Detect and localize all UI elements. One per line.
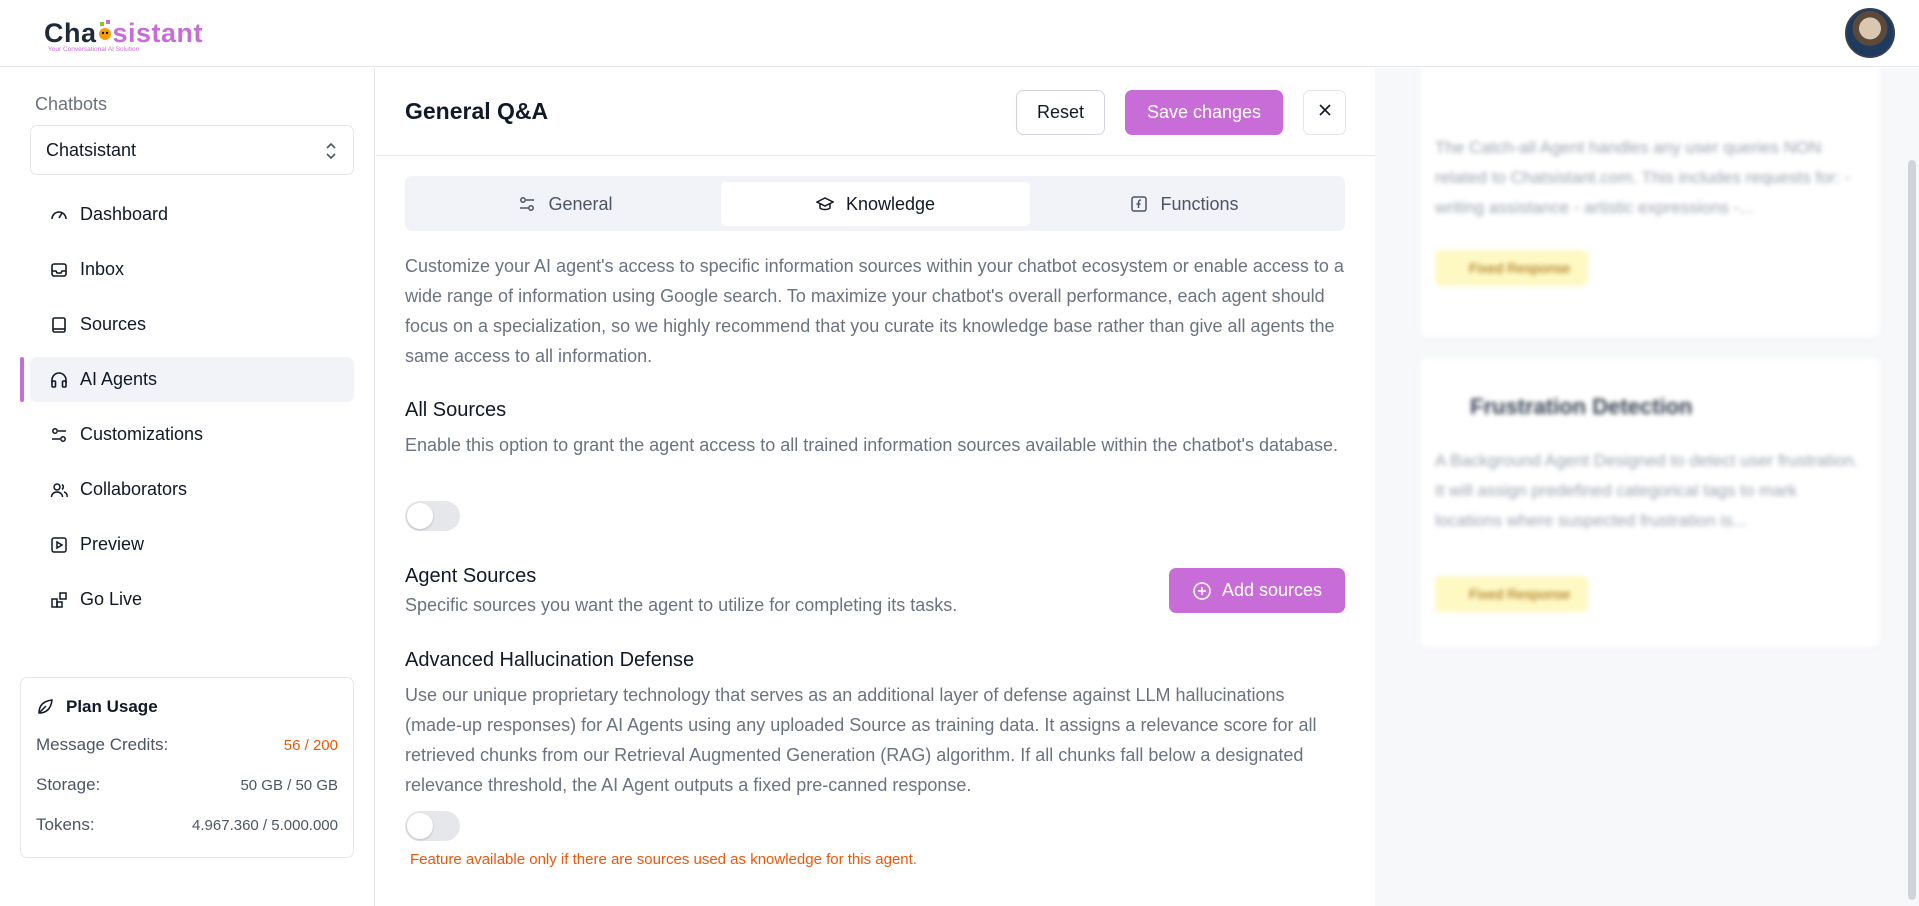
chatbot-select[interactable]: Chatsistant <box>30 125 354 175</box>
tab-label: Functions <box>1160 193 1239 214</box>
tab-knowledge[interactable]: Knowledge <box>721 182 1030 226</box>
plan-row-label: Tokens: <box>36 815 95 834</box>
sidebar-item-label: Dashboard <box>80 204 169 224</box>
agent-editor-panel: General Q&A Reset Save changes General K… <box>376 68 1375 906</box>
chatbot-select-value: Chatsistant <box>46 140 137 160</box>
logo-tagline: Your Conversational AI Solution <box>48 46 140 53</box>
tab-functions[interactable]: Functions <box>1030 182 1339 226</box>
chatbots-label: Chatbots <box>35 94 108 114</box>
add-sources-button[interactable]: Add sources <box>1169 568 1345 613</box>
agent-card-desc: The Catch-all Agent handles any user que… <box>1435 138 1851 217</box>
all-sources-desc: Enable this option to grant the agent ac… <box>405 435 1339 455</box>
background-agents-panel: The Catch-all Agent handles any user que… <box>1375 68 1919 906</box>
avatar[interactable] <box>1845 8 1895 58</box>
rocket-icon <box>50 591 68 609</box>
chevron-up-down-icon <box>325 141 337 161</box>
agent-card-badge: Fixed Response <box>1435 250 1589 286</box>
graduation-cap-icon <box>815 195 835 213</box>
all-sources-title: All Sources <box>405 399 507 421</box>
sidebar-item-preview[interactable]: Preview <box>30 522 354 567</box>
hallucination-toggle[interactable] <box>405 811 460 841</box>
close-icon <box>1318 103 1332 122</box>
hallucination-title: Advanced Hallucination Defense <box>405 649 695 671</box>
function-icon <box>1130 195 1148 213</box>
plan-row-tokens: Tokens: 4.967.360 / 5.000.000 <box>36 814 338 836</box>
gauge-icon <box>50 206 68 224</box>
agent-card-title: Frustration Detection <box>1470 394 1693 419</box>
users-icon <box>50 481 68 499</box>
plan-usage-card: Plan Usage Message Credits: 56 / 200 Sto… <box>20 677 354 858</box>
reset-button[interactable]: Reset <box>1016 90 1105 135</box>
robot-icon <box>97 20 113 42</box>
tab-bar: General Knowledge Functions <box>405 176 1345 231</box>
book-icon <box>50 316 68 334</box>
sidebar-item-label: Collaborators <box>80 479 188 499</box>
sidebar-item-inbox[interactable]: Inbox <box>30 247 354 292</box>
sidebar-item-label: Customizations <box>80 424 204 444</box>
agent-sources-desc: Specific sources you want the agent to u… <box>405 595 958 615</box>
sidebar-item-label: Preview <box>80 534 145 554</box>
tab-label: Knowledge <box>845 193 936 214</box>
hallucination-desc: Use our unique proprietary technology th… <box>405 685 1317 795</box>
page-title: General Q&A <box>405 98 549 124</box>
agent-card: The Catch-all Agent handles any user que… <box>1420 68 1880 338</box>
plan-row-label: Storage: <box>36 775 101 794</box>
plus-circle-icon <box>1192 581 1212 601</box>
sidebar-item-collaborators[interactable]: Collaborators <box>30 467 354 512</box>
tab-general[interactable]: General <box>411 182 720 226</box>
logo-text-post: sistant <box>112 18 204 48</box>
plan-row-label: Message Credits: <box>36 735 169 754</box>
plan-row-value: 56 / 200 <box>283 736 338 754</box>
sliders-icon <box>518 195 536 213</box>
sidebar-item-ai-agents[interactable]: AI Agents <box>20 357 354 402</box>
play-icon <box>50 536 68 554</box>
sidebar-item-go-live[interactable]: Go Live <box>30 577 354 622</box>
scrollbar[interactable] <box>1908 160 1916 900</box>
plan-row-storage: Storage: 50 GB / 50 GB <box>36 774 338 796</box>
headphones-icon <box>50 371 68 389</box>
plan-usage-title: Plan Usage <box>36 697 158 717</box>
add-sources-label: Add sources <box>1221 580 1323 600</box>
plan-title-text: Plan Usage <box>66 697 158 716</box>
plan-row-credits: Message Credits: 56 / 200 <box>36 734 338 756</box>
hallucination-warning: Feature available only if there are sour… <box>410 851 917 868</box>
sidebar-item-dashboard[interactable]: Dashboard <box>30 192 354 237</box>
tab-label: General <box>548 193 613 214</box>
agent-card: Frustration Detection A Background Agent… <box>1420 358 1880 648</box>
sidebar-item-customizations[interactable]: Customizations <box>30 412 354 457</box>
brand-logo[interactable]: Cha sistant Your Conversational AI Soluti… <box>44 12 203 54</box>
agent-card-desc: A Background Agent Designed to detect us… <box>1435 451 1859 530</box>
blurred-overlay: The Catch-all Agent handles any user que… <box>1375 68 1919 906</box>
leaf-icon <box>36 698 54 716</box>
close-button[interactable] <box>1303 90 1346 135</box>
inbox-icon <box>50 261 68 279</box>
plan-row-value: 4.967.360 / 5.000.000 <box>192 816 338 834</box>
agent-sources-title: Agent Sources <box>405 565 537 587</box>
panel-header: General Q&A Reset Save changes <box>376 68 1375 156</box>
sidebar-item-sources[interactable]: Sources <box>30 302 354 347</box>
save-button[interactable]: Save changes <box>1125 90 1283 135</box>
agent-card-badge: Fixed Response <box>1435 576 1589 612</box>
sliders-icon <box>50 426 68 444</box>
sidebar-nav: Dashboard Inbox Sources AI Agents Custom… <box>20 192 354 632</box>
all-sources-toggle[interactable] <box>405 501 460 531</box>
sidebar-item-label: Sources <box>80 314 147 334</box>
logo-wordmark: Cha sistant <box>44 18 203 49</box>
sidebar-item-label: AI Agents <box>80 369 158 389</box>
sidebar-item-label: Inbox <box>80 259 125 279</box>
knowledge-intro: Customize your AI agent's access to spec… <box>405 256 1344 366</box>
top-bar: Cha sistant Your Conversational AI Soluti… <box>0 0 1919 67</box>
logo-text-pre: Cha <box>44 18 97 48</box>
sidebar: Chatbots Chatsistant Dashboard Inbox Sou… <box>0 68 375 906</box>
sidebar-item-label: Go Live <box>80 589 143 609</box>
plan-row-value: 50 GB / 50 GB <box>240 776 338 794</box>
